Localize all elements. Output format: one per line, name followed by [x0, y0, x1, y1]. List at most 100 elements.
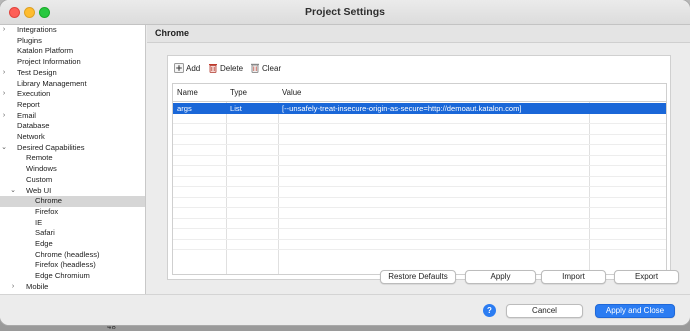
tree-item[interactable]: Edge Chromium	[0, 271, 145, 282]
import-button[interactable]: Import	[541, 270, 606, 284]
dialog-footer: ? Cancel Apply and Close	[0, 294, 690, 325]
tree-item-label: Firefox	[35, 206, 59, 216]
tree-item-label: Web UI	[26, 185, 52, 195]
table-row[interactable]: args List [--unsafely-treat-insecure-origi…	[173, 103, 666, 114]
column-header-type[interactable]: Type	[230, 88, 247, 97]
settings-tree[interactable]: › Integrations Plugins Katalon Platform Proj…	[0, 25, 146, 294]
clear-button[interactable]: Clear	[250, 63, 281, 75]
cancel-button[interactable]: Cancel	[506, 304, 583, 318]
tree-item-label: Safari	[35, 228, 55, 238]
tree-item[interactable]: Windows	[0, 164, 145, 175]
table-header: Name Type Value	[173, 84, 666, 102]
content-header: Chrome	[147, 25, 690, 43]
tree-item-label: Chrome (headless)	[35, 249, 100, 259]
help-button[interactable]: ?	[483, 304, 496, 317]
chevron-right-icon[interactable]: ›	[9, 282, 17, 293]
delete-button-label: Delete	[220, 64, 244, 73]
tree-item[interactable]: › Mobile	[0, 281, 145, 293]
tree-item[interactable]: Report	[0, 99, 145, 111]
tree-item[interactable]: Library Management	[0, 78, 145, 90]
cell-type[interactable]: List	[230, 104, 242, 113]
table-row[interactable]	[173, 156, 666, 166]
title-bar[interactable]: Project Settings	[0, 0, 690, 25]
table-row[interactable]	[173, 198, 666, 208]
tree-item[interactable]: ⌄ Desired Capabilities	[0, 142, 145, 154]
table-row[interactable]	[173, 114, 666, 124]
tree-item[interactable]: Edge	[0, 239, 145, 250]
page-title: Chrome	[155, 28, 190, 38]
chevron-down-icon[interactable]: ⌄	[0, 143, 8, 154]
tree-item-label: Database	[17, 121, 50, 131]
tree-item[interactable]: Safari	[0, 228, 145, 239]
tree-item[interactable]: IE	[0, 217, 145, 229]
tree-item[interactable]: Database	[0, 121, 145, 132]
tree-item[interactable]: ⌄ Web UI	[0, 185, 145, 197]
tree-item[interactable]: Katalon Platform	[0, 46, 145, 57]
tree-item-label: Network	[17, 132, 45, 141]
window-title: Project Settings	[305, 6, 385, 18]
tree-item[interactable]: Project Information	[0, 57, 145, 68]
restore-defaults-button[interactable]: Restore Defaults	[380, 270, 456, 284]
apply-button[interactable]: Apply	[465, 270, 536, 284]
tree-item-label: Chrome	[35, 196, 63, 206]
trash-icon	[209, 64, 217, 73]
chevron-down-icon[interactable]: ⌄	[9, 186, 17, 197]
chevron-right-icon[interactable]: ›	[0, 25, 8, 36]
capabilities-panel: Add Delete Clear Name Type Value args Li…	[167, 55, 671, 280]
project-settings-dialog: Project Settings › Integrations Plugins Kat…	[0, 0, 690, 325]
tree-item[interactable]: › Execution	[0, 89, 145, 100]
add-button[interactable]: Add	[174, 63, 200, 75]
delete-button[interactable]: Delete	[208, 63, 243, 75]
apply-and-close-button[interactable]: Apply and Close	[595, 304, 675, 318]
tree-item-label: Execution	[17, 89, 51, 99]
cell-name[interactable]: args	[177, 104, 192, 113]
tree-item-label: Email	[17, 110, 36, 120]
add-icon	[174, 63, 184, 73]
tree-item-label: Project Information	[17, 57, 81, 67]
tree-item-label: Report	[17, 99, 40, 109]
tree-item[interactable]: › Email	[0, 110, 145, 122]
tree-item-label: Test Design	[17, 67, 57, 77]
tree-item[interactable]: Firefox	[0, 206, 145, 218]
tree-item[interactable]: Remote	[0, 153, 145, 164]
tree-item-label: Plugins	[17, 35, 42, 45]
tree-item-label: Edge	[35, 239, 53, 248]
tree-item[interactable]: Firefox (headless)	[0, 260, 145, 271]
chevron-right-icon[interactable]: ›	[0, 111, 8, 122]
table-row[interactable]	[173, 145, 666, 156]
table-row[interactable]	[173, 187, 666, 198]
tree-item[interactable]: Network	[0, 132, 145, 143]
table-row[interactable]	[173, 135, 666, 145]
tree-item-label: Integrations	[17, 25, 57, 34]
table-row[interactable]	[173, 177, 666, 187]
tree-item-label: Desired Capabilities	[17, 142, 85, 152]
column-header-value[interactable]: Value	[282, 88, 301, 97]
tree-item-label: Katalon Platform	[17, 46, 74, 56]
tree-item-label: Remote	[26, 153, 53, 163]
capabilities-table[interactable]: Name Type Value args List [--unsafely-trea…	[172, 83, 667, 275]
tree-item[interactable]: › Integrations	[0, 25, 145, 36]
chevron-right-icon[interactable]: ›	[0, 89, 8, 100]
tree-item[interactable]: Chrome	[0, 196, 145, 207]
cell-value[interactable]: [--unsafely-treat-insecure-origin-as-sec…	[282, 104, 522, 113]
tree-item[interactable]: Plugins	[0, 35, 145, 47]
tree-item-label: Mobile	[26, 281, 49, 291]
tree-item[interactable]: › Test Design	[0, 67, 145, 79]
table-row[interactable]	[173, 240, 666, 250]
table-row[interactable]	[173, 208, 666, 219]
table-row[interactable]	[173, 166, 666, 177]
chevron-right-icon[interactable]: ›	[0, 68, 8, 79]
column-header-name[interactable]: Name	[177, 88, 198, 97]
tree-item[interactable]: Chrome (headless)	[0, 249, 145, 261]
tree-item[interactable]: Custom	[0, 175, 145, 186]
tree-item-label: Windows	[26, 164, 57, 174]
table-row[interactable]	[173, 229, 666, 240]
tree-item-label: Edge Chromium	[35, 271, 90, 281]
tree-item-label: Library Management	[17, 78, 87, 88]
tree-item-label: Firefox (headless)	[35, 260, 96, 270]
table-row[interactable]	[173, 219, 666, 229]
tree-item-label: IE	[35, 217, 43, 227]
table-row[interactable]	[173, 124, 666, 135]
clear-icon	[251, 63, 259, 73]
export-button[interactable]: Export	[614, 270, 679, 284]
